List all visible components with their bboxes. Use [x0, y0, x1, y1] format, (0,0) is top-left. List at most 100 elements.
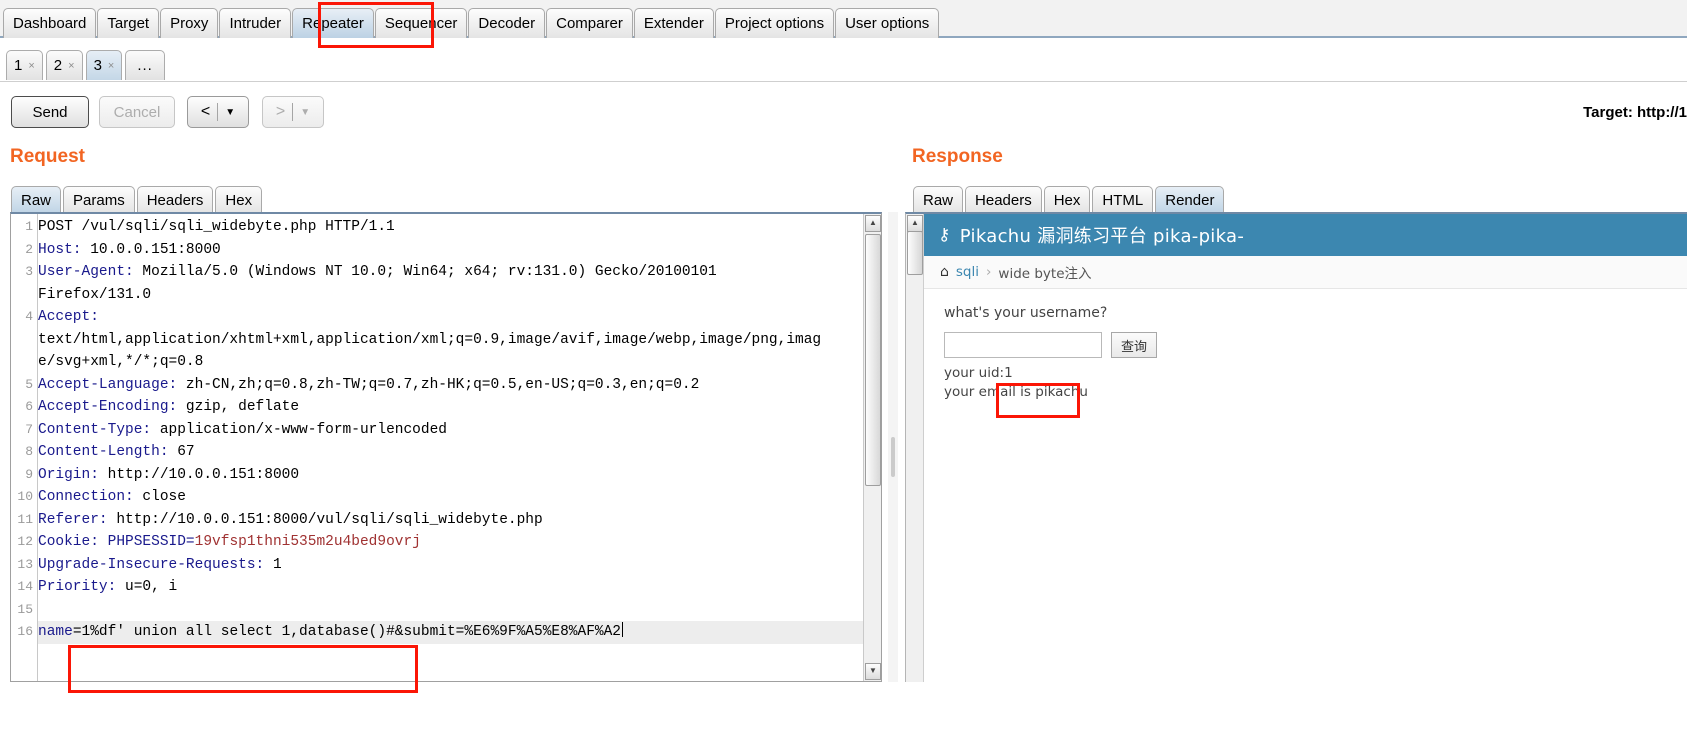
- line-number: 10: [17, 489, 33, 504]
- request-line: Accept-Language: zh-CN,zh;q=0.8,zh-TW;q=…: [38, 374, 863, 397]
- repeater-tab-2[interactable]: 2 ×: [45, 50, 83, 80]
- request-editor[interactable]: 1 2 3 4 5 6 7 8 9 10 11 12 13 14 15 16 POST /vul/sqli/s…: [10, 212, 882, 682]
- header-value: u=0, i: [116, 579, 178, 595]
- param-name: name: [38, 624, 73, 640]
- request-line: Host: 10.0.0.151:8000: [38, 239, 863, 262]
- home-icon[interactable]: ⌂: [940, 264, 949, 280]
- line-number: 15: [17, 601, 33, 617]
- request-tab-list: Raw Params Headers Hex: [11, 184, 264, 214]
- request-scrollbar[interactable]: ▲ ▼: [863, 214, 881, 681]
- request-panel-title: Request: [10, 146, 85, 167]
- request-line: Referer: http://10.0.0.151:8000/vul/sqli…: [38, 509, 863, 532]
- line-number: [11, 351, 33, 374]
- main-tab-list: Dashboard Target Proxy Intruder Repeater Sequ…: [0, 0, 1687, 38]
- header-value: gzip, deflate: [177, 399, 300, 415]
- request-line: Cookie: PHPSESSID=19vfsp1thni535m2u4bed9…: [38, 531, 863, 554]
- main-tab-repeater[interactable]: Repeater: [292, 8, 374, 38]
- scroll-down-icon[interactable]: ▼: [865, 663, 881, 680]
- request-line: Firefox/131.0: [38, 286, 152, 303]
- main-tab-proxy[interactable]: Proxy: [160, 8, 219, 38]
- chevron-down-icon: ▼: [300, 106, 311, 118]
- close-icon[interactable]: ×: [68, 60, 74, 72]
- send-button[interactable]: Send: [11, 96, 89, 128]
- panel-splitter[interactable]: [888, 212, 898, 682]
- forward-arrow-icon: >: [275, 103, 286, 120]
- page-body: what's your username? 查询 your uid:1 your…: [924, 289, 1687, 400]
- close-icon[interactable]: ×: [108, 60, 114, 72]
- back-arrow-icon: <: [200, 103, 211, 120]
- response-tab-raw[interactable]: Raw: [913, 186, 964, 214]
- repeater-tab-label: 3: [93, 57, 102, 74]
- header-name: Content-Length:: [38, 444, 169, 460]
- main-tab-user-options[interactable]: User options: [835, 8, 940, 38]
- breadcrumb: ⌂ sqli › wide byte注入: [924, 256, 1687, 289]
- main-tab-comparer[interactable]: Comparer: [546, 8, 633, 38]
- response-scrollbar[interactable]: ▲: [906, 214, 924, 682]
- main-tab-intruder[interactable]: Intruder: [219, 8, 292, 38]
- header-name: Content-Type:: [38, 421, 152, 438]
- scrollbar-thumb[interactable]: [907, 231, 923, 275]
- response-tab-render[interactable]: Render: [1155, 186, 1225, 214]
- query-form: 查询: [944, 332, 1687, 358]
- repeater-tab-moremoremore[interactable]: ...: [125, 50, 165, 80]
- repeater-tab-1[interactable]: 1 ×: [6, 50, 43, 80]
- request-tab-hex[interactable]: Hex: [215, 186, 263, 214]
- query-submit-button[interactable]: 查询: [1111, 332, 1158, 358]
- line-number: 3: [25, 264, 33, 279]
- close-icon[interactable]: ×: [28, 60, 34, 72]
- rendered-page: ⚷ Pikachu 漏洞练习平台 pika-pika- ⌂ sqli › wid…: [924, 214, 1687, 682]
- banner-title: Pikachu 漏洞练习平台 pika-pika-: [959, 226, 1245, 247]
- chevron-down-icon[interactable]: ▼: [225, 107, 235, 118]
- request-tab-raw[interactable]: Raw: [11, 186, 62, 214]
- response-tab-html[interactable]: HTML: [1092, 186, 1154, 214]
- divider: [292, 103, 294, 121]
- request-raw-text[interactable]: POST /vul/sqli/sqli_widebyte.php HTTP/1.…: [38, 214, 863, 644]
- line-number: 5: [25, 376, 33, 392]
- main-tab-dashboard[interactable]: Dashboard: [3, 8, 97, 38]
- scrollbar-thumb[interactable]: [865, 234, 881, 486]
- repeater-toolbar: Send Cancel < ▼ > ▼ Target: http://1: [0, 84, 1687, 140]
- request-line: Accept-Encoding: gzip, deflate: [38, 396, 863, 419]
- header-value: http://10.0.0.151:8000/vul/sqli/sqli_wid…: [107, 511, 543, 528]
- header-name: Upgrade-Insecure-Requests:: [38, 556, 265, 573]
- email-value: pikachu: [1035, 384, 1088, 400]
- main-tab-target[interactable]: Target: [97, 8, 160, 38]
- param-value: =1%df' union all select 1,database()#&su…: [72, 624, 622, 640]
- header-name: Referer:: [38, 511, 108, 528]
- breadcrumb-link-sqli[interactable]: sqli: [956, 264, 979, 280]
- request-line: Connection: close: [38, 486, 863, 509]
- repeater-tab-3[interactable]: 3 ×: [85, 50, 123, 80]
- cookie-value: 19vfsp1thni535m2u4bed9ovrj: [194, 534, 421, 550]
- main-tab-sequencer[interactable]: Sequencer: [374, 8, 468, 38]
- header-name: Accept-Language:: [38, 376, 178, 393]
- scroll-up-icon[interactable]: ▲: [907, 215, 923, 232]
- username-input[interactable]: [944, 332, 1102, 358]
- forward-button: > ▼: [262, 96, 324, 128]
- line-number: 4: [25, 309, 33, 324]
- cookie-key: PHPSESSID=: [98, 534, 195, 550]
- request-tab-headers[interactable]: Headers: [136, 186, 214, 214]
- line-number: [11, 284, 33, 307]
- cancel-button: Cancel: [99, 96, 175, 128]
- main-tab-extender[interactable]: Extender: [633, 8, 714, 38]
- line-number: 2: [25, 241, 33, 257]
- repeater-tab-label: 2: [53, 57, 63, 74]
- request-line: Accept:: [38, 306, 863, 329]
- header-value: application/x-www-form-urlencoded: [151, 421, 447, 438]
- divider: [217, 103, 219, 121]
- response-tab-headers[interactable]: Headers: [965, 186, 1042, 214]
- response-tab-list: Raw Headers Hex HTML Render: [913, 184, 1226, 214]
- header-value: 1: [264, 556, 282, 573]
- line-number: 11: [17, 511, 33, 527]
- request-line: Content-Length: 67: [38, 441, 863, 464]
- request-tab-params[interactable]: Params: [63, 186, 135, 214]
- key-icon: ⚷: [938, 225, 951, 245]
- breadcrumb-separator-icon: ›: [986, 264, 992, 280]
- main-tab-project-options[interactable]: Project options: [714, 8, 835, 38]
- header-name: Accept:: [38, 309, 99, 325]
- main-tab-decoder[interactable]: Decoder: [468, 8, 546, 38]
- response-tab-hex[interactable]: Hex: [1043, 186, 1091, 214]
- scroll-up-icon[interactable]: ▲: [865, 215, 881, 232]
- back-button[interactable]: < ▼: [187, 96, 249, 128]
- splitter-grip[interactable]: [891, 437, 895, 477]
